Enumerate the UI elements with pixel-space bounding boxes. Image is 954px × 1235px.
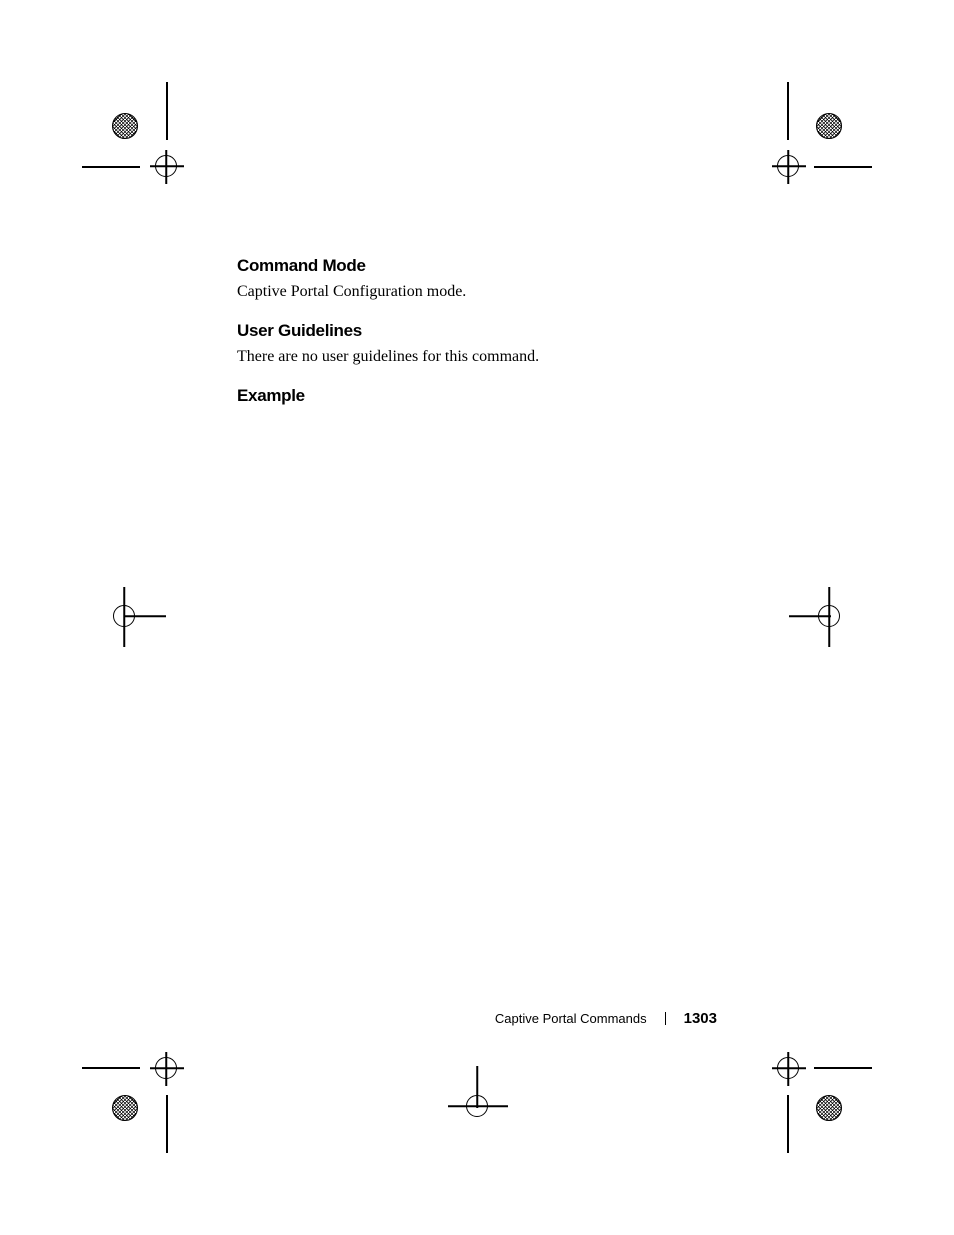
- page-content: Command Mode Captive Portal Configuratio…: [237, 256, 747, 412]
- user-guidelines-heading: User Guidelines: [237, 321, 747, 341]
- user-guidelines-body: There are no user guidelines for this co…: [237, 347, 747, 368]
- command-mode-body: Captive Portal Configuration mode.: [237, 282, 747, 303]
- footer-section-title: Captive Portal Commands: [495, 1011, 647, 1026]
- command-mode-heading: Command Mode: [237, 256, 747, 276]
- example-heading: Example: [237, 386, 747, 406]
- crop-mark-right: [818, 605, 840, 627]
- crop-mark-bottom-center: [466, 1095, 488, 1117]
- footer-divider: [665, 1012, 666, 1025]
- crop-mark-left: [113, 605, 135, 627]
- page-number: 1303: [684, 1010, 717, 1027]
- page-footer: Captive Portal Commands 1303: [495, 1010, 717, 1027]
